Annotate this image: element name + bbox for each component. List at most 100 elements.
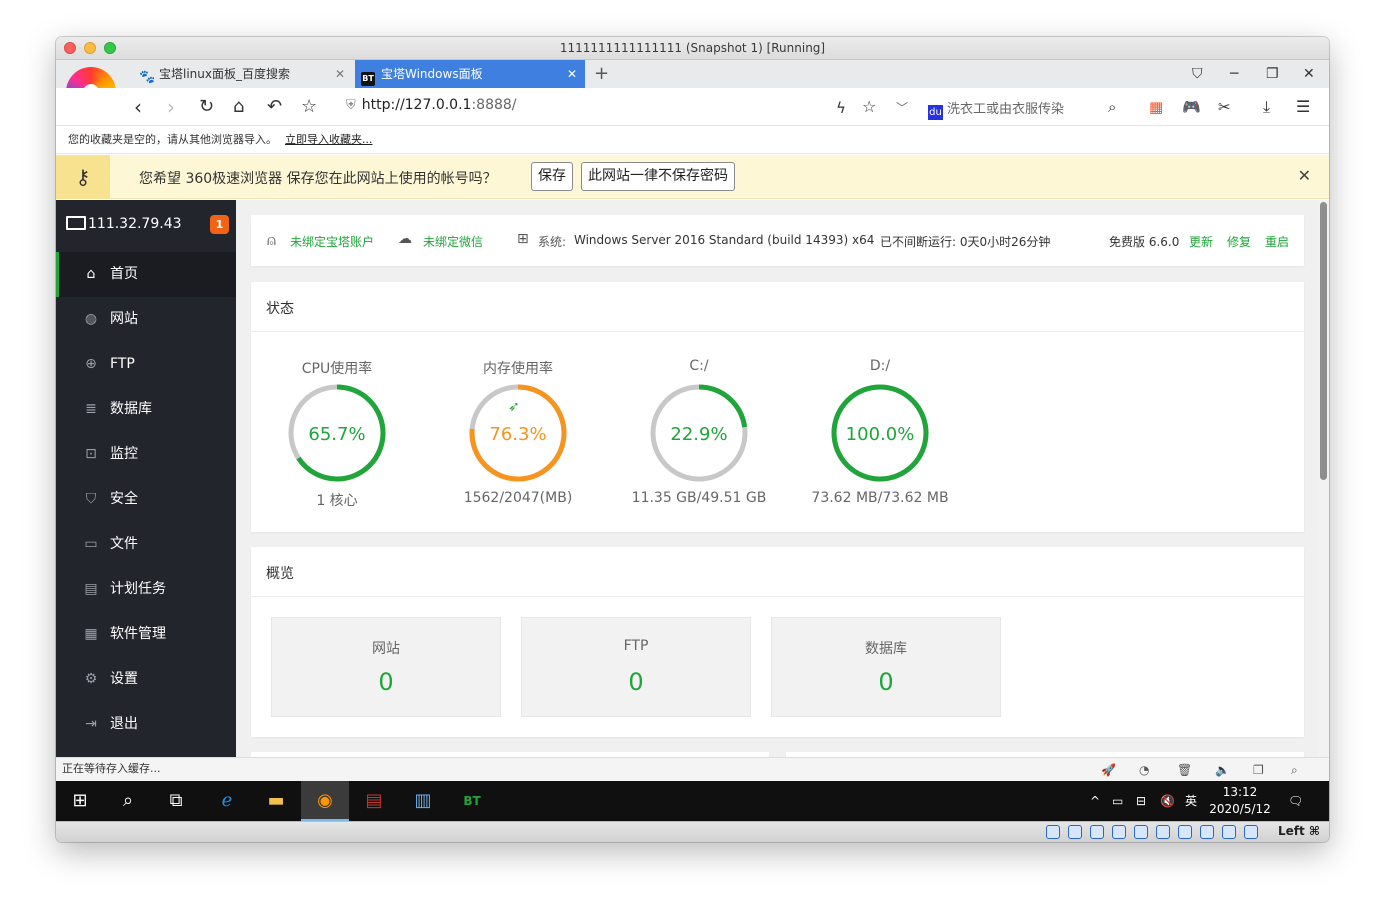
browser-tabbar: 🐾 宝塔linux面板_百度搜索 ✕ BT 宝塔Windows面板 ✕ + ⛉ ─ … bbox=[56, 60, 1329, 88]
uptime: 已不间断运行: 0天0小时26分钟 bbox=[880, 235, 1051, 249]
trash-icon[interactable]: 🗑 bbox=[1177, 758, 1192, 782]
notification-center-icon[interactable]: 🗨 bbox=[1288, 781, 1303, 821]
vbox-shared-folder-icon[interactable] bbox=[1156, 825, 1170, 839]
scissors-icon[interactable]: ✂ bbox=[1218, 94, 1231, 120]
windows-start-icon[interactable]: ⊞ bbox=[56, 781, 104, 821]
repair-link[interactable]: 修复 bbox=[1227, 233, 1251, 250]
vbox-vt-icon[interactable] bbox=[1222, 825, 1236, 839]
volume-icon[interactable]: 🔈 bbox=[1215, 758, 1230, 782]
shirt-skin-icon[interactable]: ⛉ bbox=[1192, 60, 1203, 88]
ime-indicator[interactable]: 英 bbox=[1185, 781, 1197, 821]
overview-databases[interactable]: 数据库 0 bbox=[771, 617, 1001, 717]
gauge-2[interactable]: C:/ 22.9% 11.35 GB/49.51 GB bbox=[613, 354, 785, 514]
search-icon[interactable]: ⌕ bbox=[1108, 94, 1116, 120]
restore-button[interactable]: ❐ bbox=[1266, 60, 1279, 88]
gauge-value: 76.3% bbox=[489, 424, 547, 445]
tab-baidu[interactable]: 🐾 宝塔linux面板_百度搜索 ✕ bbox=[133, 60, 353, 88]
never-save-button[interactable]: 此网站一律不保存密码 bbox=[581, 162, 735, 191]
task-view-icon[interactable]: ⧉ bbox=[152, 781, 200, 821]
battery-icon[interactable]: ▭ bbox=[1112, 781, 1123, 821]
search-box[interactable]: du 洗衣工或由衣服传染 bbox=[928, 98, 1064, 120]
close-bar-icon[interactable]: ✕ bbox=[1298, 166, 1311, 185]
tab-bt-panel[interactable]: BT 宝塔Windows面板 ✕ bbox=[355, 60, 585, 88]
sidebar-item-security[interactable]: ⛉ 安全 bbox=[56, 477, 236, 522]
sidebar-item-software[interactable]: ▦ 软件管理 bbox=[56, 612, 236, 657]
window-icon[interactable]: ❐ bbox=[1253, 758, 1264, 782]
import-favorites-link[interactable]: 立即导入收藏夹... bbox=[285, 133, 373, 146]
search-icon[interactable]: ⌕ bbox=[104, 781, 152, 821]
sidebar-item-home[interactable]: ⌂ 首页 bbox=[56, 252, 236, 297]
dropdown-icon[interactable]: ﹀ bbox=[896, 95, 908, 121]
gauge-1[interactable]: 内存使用率 ➶ 76.3% 1562/2047(MB) bbox=[432, 354, 604, 514]
apps-icon[interactable]: ▦ bbox=[1149, 94, 1163, 120]
password-save-bar: ⚷ 您希望 360极速浏览器 保存您在此网站上使用的帐号吗？ 保存 此网站一律不… bbox=[56, 155, 1329, 199]
minimize-button[interactable]: ─ bbox=[1230, 60, 1238, 88]
forward-icon[interactable]: › bbox=[167, 94, 175, 120]
bind-account-link[interactable]: 未绑定宝塔账户 bbox=[290, 233, 374, 250]
sidebar-item-files[interactable]: ▭ 文件 bbox=[56, 522, 236, 567]
overview-ftp[interactable]: FTP 0 bbox=[521, 617, 751, 717]
menu-icon[interactable]: ☰ bbox=[1296, 94, 1310, 120]
bt-panel-taskbar-icon[interactable]: BT bbox=[448, 781, 496, 821]
sidebar-item-database[interactable]: ≣ 数据库 bbox=[56, 387, 236, 432]
lightning-icon[interactable]: ϟ bbox=[836, 95, 846, 121]
game-icon[interactable]: 🎮 bbox=[1182, 94, 1201, 120]
overview-websites[interactable]: 网站 0 bbox=[271, 617, 501, 717]
undo-icon[interactable]: ↶ bbox=[267, 94, 282, 120]
gauge-value: 65.7% bbox=[308, 424, 366, 445]
status-title: 状态 bbox=[266, 301, 294, 317]
close-tab-icon[interactable]: ✕ bbox=[567, 60, 577, 88]
rocket-icon[interactable]: ➶ bbox=[508, 399, 520, 415]
monitor-chart-icon: ⊡ bbox=[85, 446, 97, 462]
reload-icon[interactable]: ↻ bbox=[199, 94, 214, 120]
network-icon[interactable]: ⊟ bbox=[1136, 781, 1146, 821]
volume-muted-icon[interactable]: 🔇 bbox=[1160, 781, 1175, 821]
vbox-recording-icon[interactable] bbox=[1200, 825, 1214, 839]
sidebar-item-logout[interactable]: ⇥ 退出 bbox=[56, 702, 236, 747]
winrar-icon[interactable]: ▤ bbox=[350, 781, 398, 821]
close-tab-icon[interactable]: ✕ bbox=[335, 60, 345, 88]
download-icon[interactable]: ⤓ bbox=[1263, 94, 1270, 120]
info-bar: ⍝ 未绑定宝塔账户 ☁ 未绑定微信 ⊞ 系统: Windows Server 2… bbox=[251, 215, 1304, 266]
url-field[interactable]: ⛨ http://127.0.0.1:8888/ bbox=[346, 97, 517, 113]
rocket-icon[interactable]: 🚀 bbox=[1101, 758, 1116, 782]
vbox-optical-icon[interactable] bbox=[1068, 825, 1082, 839]
notification-badge[interactable]: 1 bbox=[210, 215, 229, 234]
close-window-button[interactable]: ✕ bbox=[1303, 60, 1315, 88]
new-tab-button[interactable]: + bbox=[594, 60, 609, 88]
sidebar-item-monitor[interactable]: ⊡ 监控 bbox=[56, 432, 236, 477]
back-icon[interactable]: ‹ bbox=[134, 94, 142, 120]
vbox-audio-icon[interactable] bbox=[1090, 825, 1104, 839]
vbox-mouse-icon[interactable] bbox=[1244, 825, 1258, 839]
sidebar-item-settings[interactable]: ⚙ 设置 bbox=[56, 657, 236, 702]
sidebar-item-website[interactable]: ◍ 网站 bbox=[56, 297, 236, 342]
scrollbar-thumb[interactable] bbox=[1320, 202, 1327, 480]
bookmark-star-icon[interactable]: ☆ bbox=[862, 94, 876, 120]
gauge-0[interactable]: CPU使用率 65.7% 1 核心 bbox=[251, 354, 423, 514]
sidebar-item-cron[interactable]: ▤ 计划任务 bbox=[56, 567, 236, 612]
gauge-3[interactable]: D:/ 100.0% 73.62 MB/73.62 MB bbox=[794, 354, 966, 514]
server-manager-icon[interactable]: ▥ bbox=[399, 781, 447, 821]
vbox-hdd-icon[interactable] bbox=[1046, 825, 1060, 839]
star-icon[interactable]: ☆ bbox=[301, 94, 317, 120]
ie-icon[interactable]: ℯ bbox=[203, 781, 251, 821]
vbox-network-icon[interactable] bbox=[1112, 825, 1126, 839]
file-explorer-icon[interactable]: ▬ bbox=[252, 781, 300, 821]
taskbar-clock[interactable]: 13:12 2020/5/12 bbox=[1200, 784, 1280, 818]
tray-chevron-icon[interactable]: ^ bbox=[1090, 781, 1100, 821]
home-icon[interactable]: ⌂ bbox=[233, 94, 244, 120]
sidebar-item-ftp[interactable]: ⊕ FTP bbox=[56, 342, 236, 387]
apps-grid-icon: ▦ bbox=[84, 626, 98, 642]
bind-wechat-link[interactable]: 未绑定微信 bbox=[423, 233, 483, 250]
vbox-display-icon[interactable] bbox=[1178, 825, 1192, 839]
save-password-button[interactable]: 保存 bbox=[531, 162, 573, 191]
page-scrollbar[interactable] bbox=[1318, 200, 1329, 757]
accelerate-icon[interactable]: ◔ bbox=[1139, 758, 1149, 782]
browser-360-taskbar-icon[interactable]: ◉ bbox=[301, 781, 349, 821]
vbox-usb-icon[interactable] bbox=[1134, 825, 1148, 839]
zoom-icon[interactable]: ⌕ bbox=[1291, 758, 1298, 782]
home-icon: ⌂ bbox=[86, 266, 96, 282]
restart-link[interactable]: 重启 bbox=[1265, 233, 1289, 250]
update-link[interactable]: 更新 bbox=[1189, 233, 1213, 250]
bt-logo-icon: BT bbox=[361, 72, 375, 86]
